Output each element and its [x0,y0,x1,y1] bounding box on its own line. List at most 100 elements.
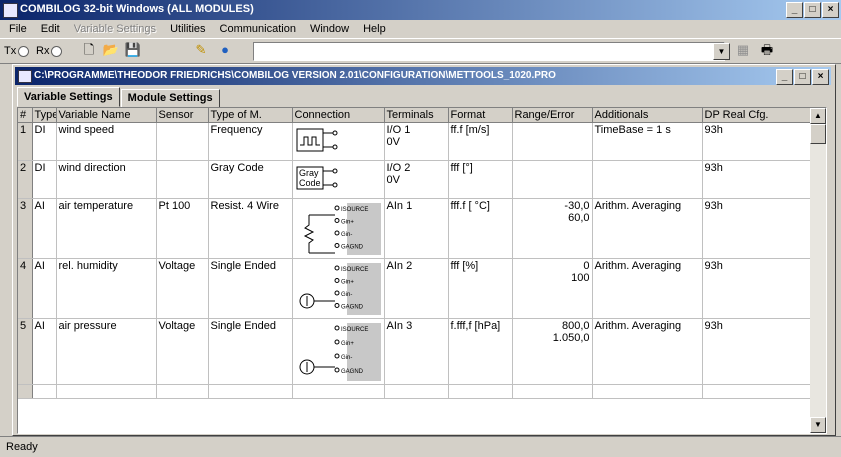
menu-file[interactable]: File [2,23,34,35]
rx-radio[interactable]: Rx [36,45,63,57]
row-index[interactable]: 4 [18,258,33,319]
cell-format[interactable]: fff [°] [448,160,513,199]
cell-connection[interactable]: ISOURCE Gin+ Gin- GAGND [292,318,385,385]
cell-range[interactable] [512,122,593,161]
cell-type-of-measurement[interactable]: Frequency [208,122,293,161]
col-header[interactable]: Variable Name [56,108,157,123]
cell-format[interactable]: fff [%] [448,258,513,319]
cell-sensor[interactable]: Voltage [156,258,209,319]
grid-icon[interactable]: ▦ [734,42,752,58]
empty-cell[interactable] [156,384,209,399]
globe-icon[interactable]: ● [216,42,234,58]
cell-type[interactable]: DI [32,122,57,161]
vertical-scrollbar[interactable]: ▲ ▼ [810,108,826,433]
col-header[interactable]: Connection [292,108,385,123]
cell-variable-name[interactable]: air pressure [56,318,157,385]
menu-help[interactable]: Help [356,23,393,35]
col-header[interactable]: DP Real Cfg. [702,108,811,123]
cell-terminals[interactable]: AIn 2 [384,258,449,319]
cell-additionals[interactable]: TimeBase = 1 s [592,122,703,161]
empty-cell[interactable] [512,384,593,399]
cell-connection[interactable]: ISOURCE Gin+ Gin- GAGND [292,198,385,259]
cell-sensor[interactable] [156,160,209,199]
col-header[interactable]: Range/Error [512,108,593,123]
menu-communication[interactable]: Communication [213,23,303,35]
scroll-thumb[interactable] [810,124,826,144]
minimize-button[interactable]: _ [786,2,803,18]
cell-terminals[interactable]: I/O 1 0V [384,122,449,161]
col-header[interactable]: Type of M. [208,108,293,123]
row-index[interactable]: 2 [18,160,33,199]
cell-terminals[interactable]: AIn 1 [384,198,449,259]
empty-cell[interactable] [32,384,57,399]
cell-type[interactable]: AI [32,318,57,385]
table-row[interactable]: 5 AI air pressure Voltage Single Ended ISOURC… [18,318,811,385]
row-index[interactable]: 5 [18,318,33,385]
col-header[interactable]: Format [448,108,513,123]
connect-icon[interactable]: ✎ [192,42,210,58]
empty-cell[interactable] [384,384,449,399]
close-button[interactable]: × [822,2,839,18]
cell-format[interactable]: fff.f [ °C] [448,198,513,259]
cell-type[interactable]: AI [32,258,57,319]
table-row[interactable]: 4 AI rel. humidity Voltage Single Ended ISOUR… [18,258,811,319]
row-index[interactable]: 1 [18,122,33,161]
tx-radio[interactable]: Tx [4,45,30,57]
cell-type-of-measurement[interactable]: Resist. 4 Wire [208,198,293,259]
maximize-button[interactable]: □ [794,69,811,85]
cell-additionals[interactable]: Arithm. Averaging [592,258,703,319]
col-header[interactable]: # [18,108,33,123]
minimize-button[interactable]: _ [776,69,793,85]
cell-sensor[interactable] [156,122,209,161]
save-icon[interactable]: 💾 [124,42,142,58]
table-row[interactable] [18,384,811,399]
print-icon[interactable]: 🖶 [758,42,776,58]
cell-sensor[interactable]: Voltage [156,318,209,385]
path-combobox[interactable] [253,42,725,61]
menu-edit[interactable]: Edit [34,23,67,35]
open-folder-icon[interactable]: 📂 [102,42,120,58]
cell-format[interactable]: f.fff,f [hPa] [448,318,513,385]
cell-dp-real-cfg[interactable]: 93h [702,160,811,199]
cell-additionals[interactable]: Arithm. Averaging [592,198,703,259]
cell-additionals[interactable]: Arithm. Averaging [592,318,703,385]
empty-cell[interactable] [448,384,513,399]
cell-format[interactable]: ff.f [m/s] [448,122,513,161]
cell-additionals[interactable] [592,160,703,199]
cell-connection[interactable]: Gray Code [292,160,385,199]
table-row[interactable]: 2 DI wind direction Gray Code Gray Code I/O 20… [18,160,811,199]
cell-type-of-measurement[interactable]: Single Ended [208,318,293,385]
cell-range[interactable] [512,160,593,199]
cell-variable-name[interactable]: wind speed [56,122,157,161]
cell-type-of-measurement[interactable]: Single Ended [208,258,293,319]
cell-type[interactable]: DI [32,160,57,199]
cell-type-of-measurement[interactable]: Gray Code [208,160,293,199]
cell-variable-name[interactable]: air temperature [56,198,157,259]
empty-cell[interactable] [592,384,703,399]
col-header[interactable]: Sensor [156,108,209,123]
cell-range[interactable]: -30,0 60,0 [512,198,593,259]
cell-dp-real-cfg[interactable]: 93h [702,258,811,319]
cell-type[interactable]: AI [32,198,57,259]
cell-range[interactable]: 0 100 [512,258,593,319]
maximize-button[interactable]: □ [804,2,821,18]
col-header[interactable]: Type [32,108,57,123]
close-button[interactable]: × [812,69,829,85]
tab-variable-settings[interactable]: Variable Settings [17,87,120,107]
chevron-down-icon[interactable]: ▼ [713,43,730,60]
empty-cell[interactable] [208,384,293,399]
empty-cell[interactable] [56,384,157,399]
cell-connection[interactable]: ISOURCE Gin+ Gin- GAGND [292,258,385,319]
empty-cell[interactable] [18,384,33,399]
scroll-down-icon[interactable]: ▼ [810,417,826,433]
cell-terminals[interactable]: AIn 3 [384,318,449,385]
menu-variable-settings[interactable]: Variable Settings [67,23,163,35]
empty-cell[interactable] [292,384,385,399]
cell-terminals[interactable]: I/O 2 0V [384,160,449,199]
cell-variable-name[interactable]: rel. humidity [56,258,157,319]
menu-utilities[interactable]: Utilities [163,23,212,35]
row-index[interactable]: 3 [18,198,33,259]
cell-connection[interactable] [292,122,385,161]
cell-dp-real-cfg[interactable]: 93h [702,122,811,161]
cell-sensor[interactable]: Pt 100 [156,198,209,259]
